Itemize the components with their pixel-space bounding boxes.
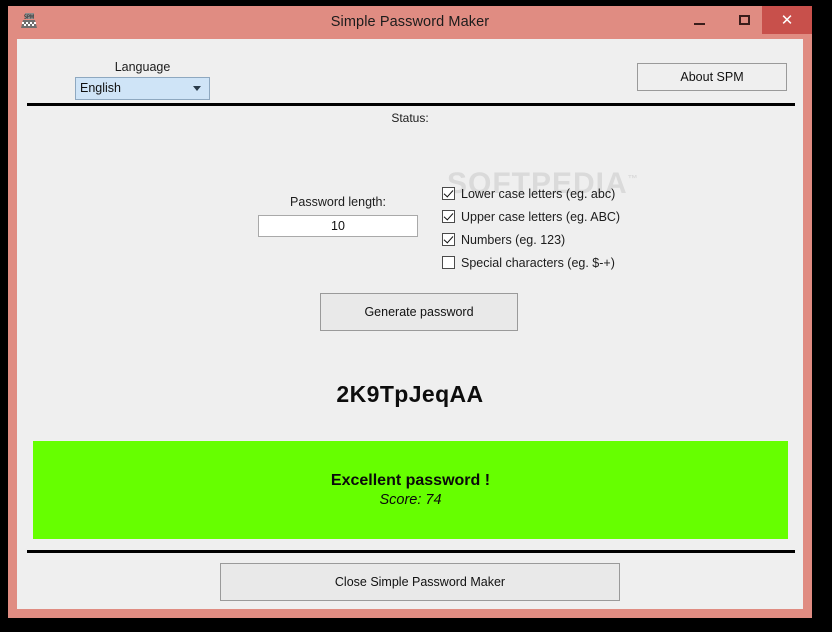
checkbox-lower-case[interactable] [442,187,455,200]
maximize-button[interactable] [722,6,767,34]
option-special-characters[interactable]: Special characters (eg. $-+) [442,251,620,274]
language-selected-value: English [80,81,121,95]
status-label: Status: [391,111,429,125]
option-upper-case[interactable]: Upper case letters (eg. ABC) [442,205,620,228]
separator-bottom [27,550,795,553]
close-window-button[interactable]: ✕ [762,6,812,34]
language-label: Language [114,60,171,74]
language-group: Language English [75,60,210,100]
option-label-lower-case: Lower case letters (eg. abc) [461,186,616,201]
score-verdict-text: Excellent password ! [330,472,491,489]
separator-top [27,103,795,106]
minimize-icon [694,22,705,25]
checkbox-numbers[interactable] [442,233,455,246]
checkbox-special-characters[interactable] [442,256,455,269]
generated-password-text: 2K9TpJeqAA [336,381,484,407]
password-length-input[interactable] [258,215,418,237]
option-label-upper-case: Upper case letters (eg. ABC) [461,209,621,224]
checkbox-upper-case[interactable] [442,210,455,223]
password-length-label: Password length: [290,195,386,209]
generate-password-button[interactable]: Generate password [320,293,518,331]
option-label-numbers: Numbers (eg. 123) [461,232,566,247]
character-options-group: Lower case letters (eg. abc) Upper case … [442,182,620,274]
about-spm-button[interactable]: About SPM [637,63,787,91]
title-bar: SPM Simple Password Maker ✕ [8,6,812,39]
score-value-text: Score: 74 [379,492,442,508]
password-score-panel: Excellent password ! Score: 74 [33,441,788,539]
maximize-icon [739,15,750,25]
password-length-group: Password length: [258,195,418,237]
watermark-trademark: ™ [627,174,639,185]
client-area: Language English About SPM Status: SOFTP… [17,39,803,609]
minimize-button[interactable] [677,6,722,34]
language-select[interactable]: English [75,77,210,100]
option-label-special-characters: Special characters (eg. $-+) [461,255,615,270]
close-application-button[interactable]: Close Simple Password Maker [220,563,620,601]
option-numbers[interactable]: Numbers (eg. 123) [442,228,620,251]
application-window: SPM Simple Password Maker ✕ Language Eng [8,6,812,618]
close-icon: ✕ [780,11,794,29]
option-lower-case[interactable]: Lower case letters (eg. abc) [442,182,620,205]
chevron-down-icon [193,86,201,91]
